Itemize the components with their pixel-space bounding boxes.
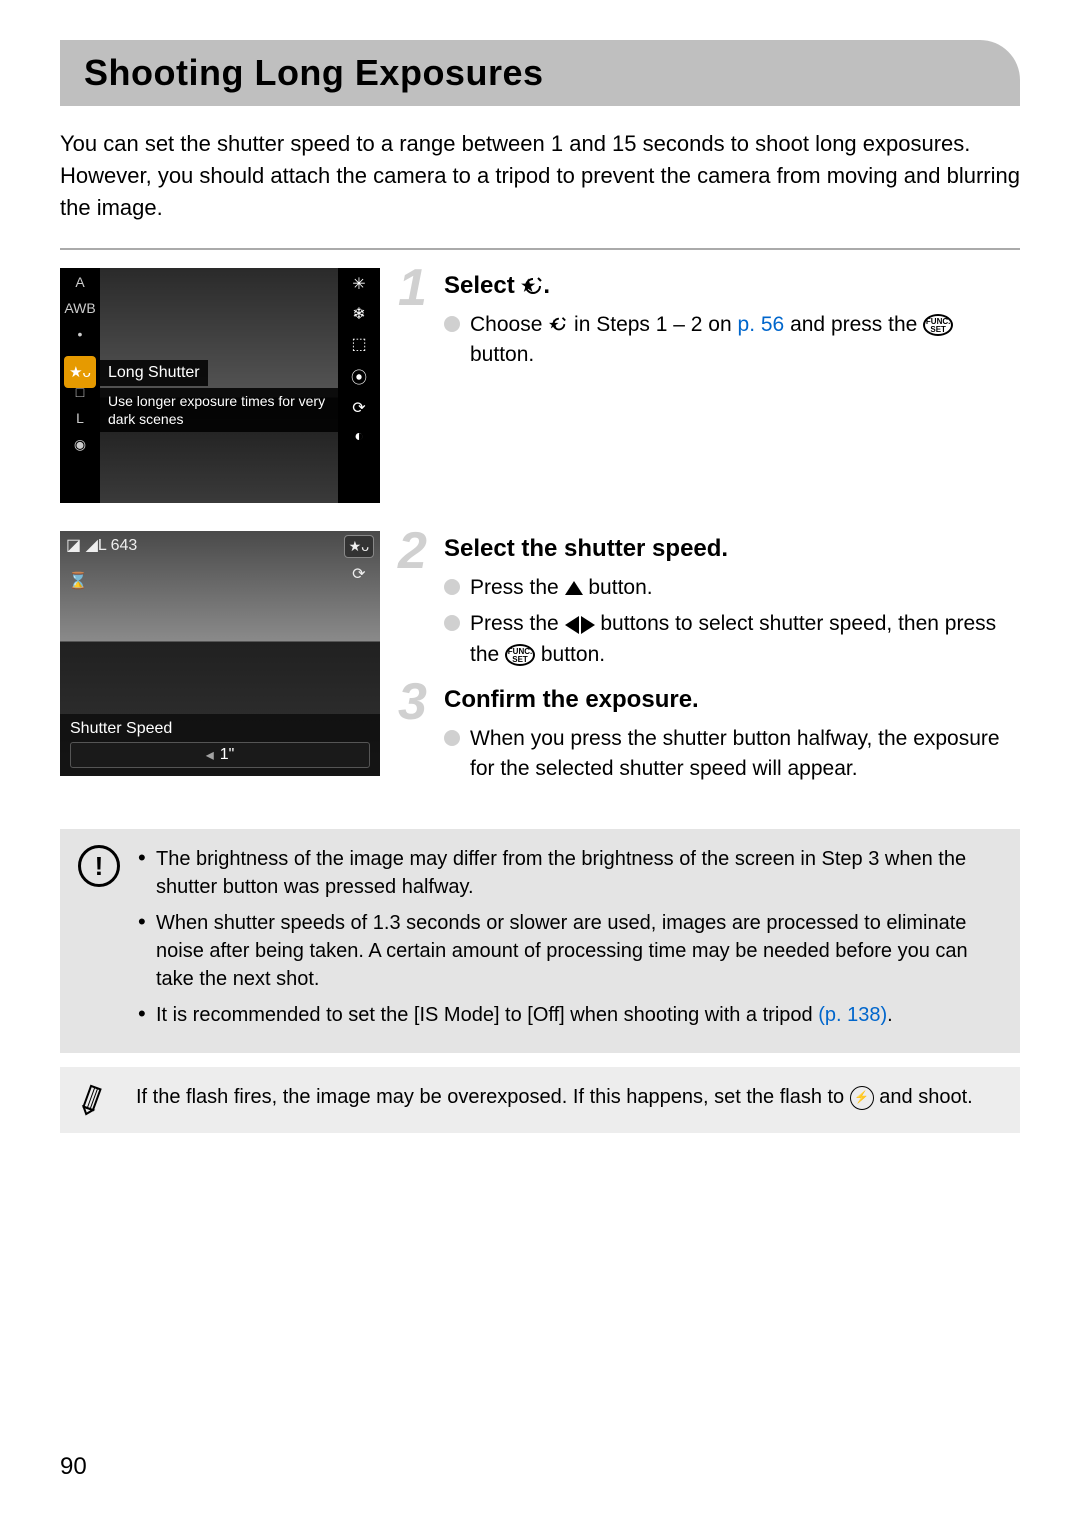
page-link[interactable]: p. 56	[738, 313, 785, 336]
step-2-number: 2	[398, 525, 427, 577]
step-bullet: Press the buttons to select shutter spee…	[444, 609, 1020, 670]
step-2: 2 Select the shutter speed. Press the bu…	[404, 535, 1020, 670]
page-link[interactable]: (p. 138)	[818, 1004, 887, 1026]
func-set-icon: FUNC.SET	[923, 314, 953, 336]
divider	[60, 248, 1020, 250]
step-3-title: Confirm the exposure.	[444, 686, 1020, 714]
caution-item: When shutter speeds of 1.3 seconds or sl…	[138, 909, 1002, 993]
star-timer-icon: ★	[548, 316, 568, 334]
up-button-icon	[565, 581, 583, 595]
star-timer-icon: ★ᴗ	[64, 356, 96, 388]
bullet-text: When you press the shutter button halfwa…	[470, 724, 1020, 785]
caution-item: It is recommended to set the [IS Mode] t…	[138, 1001, 1002, 1029]
timer-icon: ⟳	[352, 564, 365, 584]
left-right-buttons-icon	[565, 616, 595, 634]
star-timer-icon: ★	[521, 276, 543, 296]
step-bullet: Choose ★ in Steps 1 – 2 on p. 56 and pre…	[444, 310, 1020, 371]
section-title-bar: Shooting Long Exposures	[60, 40, 1020, 106]
pencil-icon	[78, 1083, 118, 1117]
caution-list: The brightness of the image may differ f…	[138, 845, 1002, 1037]
step-3-number: 3	[398, 676, 427, 728]
section-title: Shooting Long Exposures	[84, 52, 996, 94]
tip-text: If the flash fires, the image may be ove…	[136, 1083, 1002, 1117]
bullet-dot-icon	[444, 316, 460, 332]
func-set-icon: FUNC.SET	[505, 644, 535, 666]
step-bullet: Press the button.	[444, 573, 1020, 603]
tip-note-box: If the flash fires, the image may be ove…	[60, 1067, 1020, 1133]
bullet-text: Choose ★ in Steps 1 – 2 on p. 56 and pre…	[470, 310, 1020, 371]
step-3: 3 Confirm the exposure. When you press t…	[404, 686, 1020, 785]
bullet-text: Press the button.	[470, 573, 653, 603]
bullet-dot-icon	[444, 615, 460, 631]
step-bullet: When you press the shutter button halfwa…	[444, 724, 1020, 785]
intro-paragraph: You can set the shutter speed to a range…	[60, 128, 1020, 224]
bullet-text: Press the buttons to select shutter spee…	[470, 609, 1020, 670]
lcd2-footer-label: Shutter Speed	[70, 720, 370, 738]
camera-screenshot-long-shutter: AAWB• ★ᴗ □L◉ Long Shutter Use longer exp…	[60, 268, 380, 503]
star-timer-icon: ★ᴗ	[344, 535, 374, 558]
step-2-title: Select the shutter speed.	[444, 535, 1020, 563]
step-1-number: 1	[398, 262, 427, 314]
lcd1-left-icons: AAWB• ★ᴗ □L◉	[60, 268, 100, 503]
step-1-title: Select ★.	[444, 272, 1020, 300]
camera-screenshot-shutter-speed: ◪ ◢L 643 ★ᴗ ⟳ ⌛ Shutter Speed ◂ 1"	[60, 531, 380, 776]
lcd2-slider-value: 1"	[220, 746, 235, 764]
lcd1-tooltip: Use longer exposure times for very dark …	[100, 388, 338, 432]
caution-note-box: ! The brightness of the image may differ…	[60, 829, 1020, 1053]
bullet-dot-icon	[444, 579, 460, 595]
flash-off-icon: ⚡	[850, 1086, 874, 1110]
bullet-dot-icon	[444, 730, 460, 746]
lcd1-mode-label: Long Shutter	[100, 360, 208, 386]
lcd2-status: ◪ ◢L 643	[66, 535, 137, 555]
caution-icon: !	[78, 845, 120, 1037]
caution-item: The brightness of the image may differ f…	[138, 845, 1002, 901]
self-timer-icon: ⌛	[68, 571, 88, 591]
step-1: 1 Select ★. Choose ★ in Steps 1 – 2 on p…	[404, 272, 1020, 371]
page-number: 90	[60, 1453, 87, 1481]
lcd1-right-icons: ✳❄⬚⦿⟳◐	[338, 268, 380, 503]
lcd2-shutter-slider: ◂ 1"	[70, 742, 370, 768]
